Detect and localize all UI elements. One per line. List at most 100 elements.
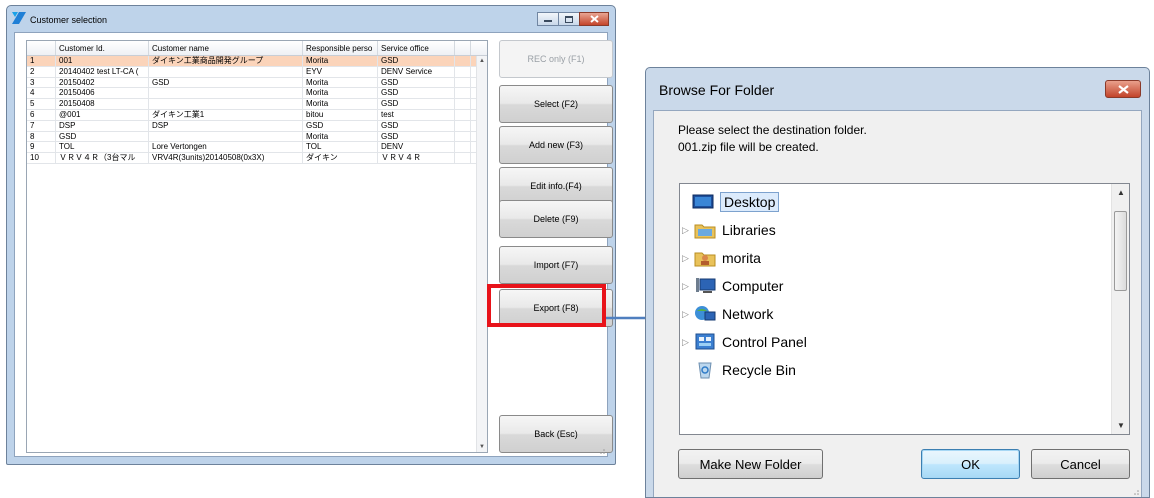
cell-row-number: 2 — [27, 66, 56, 77]
table-row[interactable]: 4 20150406 Morita GSD — [27, 88, 487, 100]
dialog-body: Please select the destination folder. 00… — [653, 110, 1142, 497]
expand-arrow-icon[interactable]: ▷ — [682, 337, 694, 348]
ok-button[interactable]: OK — [921, 449, 1020, 479]
cell-service-office: GSD — [378, 88, 455, 99]
cell-service-office: DENV Service — [378, 66, 455, 77]
cell-responsible-person: ダイキン — [303, 153, 378, 163]
tree-item-label: Desktop — [720, 192, 780, 212]
select-button[interactable]: Select (F2) — [499, 85, 613, 123]
dialog-message: Please select the destination folder. 00… — [678, 122, 867, 156]
tree-item-network[interactable]: ▷ Network — [682, 303, 773, 325]
back-button[interactable]: Back (Esc) — [499, 415, 613, 453]
cell-row-number: 6 — [27, 109, 56, 120]
table-row[interactable]: 7 DSP DSP GSD GSD — [27, 120, 487, 132]
cancel-button[interactable]: Cancel — [1031, 449, 1130, 479]
cell-row-number: 10 — [27, 153, 56, 163]
table-row[interactable]: 2 20140402 test LT-CA (EYV DENV Service — [27, 66, 487, 78]
dialog-title-bar: Browse For Folder — [646, 68, 1149, 110]
table-row[interactable]: 5 20150408 Morita GSD — [27, 99, 487, 110]
table-row[interactable]: 3 20150402 GSD Morita GSD — [27, 77, 487, 89]
delete-button[interactable]: Delete (F9) — [499, 200, 613, 238]
tree-item-label: morita — [722, 250, 761, 266]
cell-responsible-person: EYV — [303, 66, 378, 77]
cell-row-number: 4 — [27, 88, 56, 99]
resize-grip-icon[interactable] — [1131, 487, 1139, 495]
tree-scrollbar[interactable]: ▲ ▼ — [1111, 184, 1129, 434]
cell-customer-id: 20150406 — [56, 88, 149, 99]
tree-item-recycle-bin[interactable]: Recycle Bin — [694, 359, 796, 381]
scroll-up-icon[interactable]: ▲ — [1117, 188, 1125, 197]
cell-service-office: ＶＲＶ４Ｒ — [378, 153, 455, 163]
tree-item-libraries[interactable]: ▷ Libraries — [682, 219, 776, 241]
computer-icon — [696, 278, 716, 293]
header-customer-id[interactable]: Customer Id. — [56, 41, 149, 55]
header-customer-name[interactable]: Customer name — [149, 41, 303, 55]
cell-customer-name — [149, 66, 303, 77]
cell-responsible-person: GSD — [303, 120, 378, 131]
close-button[interactable] — [579, 12, 609, 26]
header-row-number — [27, 41, 56, 55]
tree-item-morita[interactable]: ▷ morita — [682, 247, 761, 269]
scroll-down-icon[interactable]: ▼ — [1117, 421, 1125, 430]
close-icon — [589, 15, 599, 23]
cell-responsible-person: Morita — [303, 77, 378, 88]
tree-item-label: Recycle Bin — [722, 362, 796, 378]
scroll-thumb[interactable] — [1114, 211, 1127, 291]
cell-responsible-person: TOL — [303, 142, 378, 153]
header-responsible-person[interactable]: Responsible perso — [303, 41, 378, 55]
import-button[interactable]: Import (F7) — [499, 246, 613, 284]
add-new-button[interactable]: Add new (F3) — [499, 126, 613, 164]
table-header: Customer Id. Customer name Responsible p… — [27, 41, 487, 56]
cell-service-office: DENV — [378, 142, 455, 153]
cell-extra — [455, 120, 471, 131]
table-body: 1 001 ダイキン工業商品開発グループ Morita GSD 2 20140402 tes… — [27, 56, 487, 164]
scroll-up-icon[interactable]: ▲ — [479, 58, 485, 64]
tree-item-control-panel[interactable]: ▷ Control Panel — [682, 331, 807, 353]
header-service-office[interactable]: Service office — [378, 41, 455, 55]
tree-item-label: Control Panel — [722, 334, 807, 350]
scroll-down-icon[interactable]: ▼ — [479, 444, 485, 450]
title-bar: Customer selection — [7, 6, 615, 32]
cell-customer-name: VRV4R(3units)20140508(0x3X) — [149, 153, 303, 163]
table-row[interactable]: 6 @001 ダイキン工業1 bitou test — [27, 109, 487, 121]
maximize-button[interactable] — [558, 12, 580, 26]
make-new-folder-button[interactable]: Make New Folder — [678, 449, 823, 479]
expand-arrow-icon[interactable]: ▷ — [682, 309, 694, 320]
table-row[interactable]: 9 TOL Lore Vertongen TOL DENV — [27, 142, 487, 154]
table-row[interactable]: 10 ＶＲＶ４Ｒ（3台マル VRV4R(3units)20140508(0x3X) ダ… — [27, 153, 487, 164]
expand-arrow-icon[interactable]: ▷ — [682, 281, 694, 292]
export-button[interactable]: Export (F8) — [499, 289, 613, 327]
cell-customer-id: DSP — [56, 120, 149, 131]
message-line-2: 001.zip file will be created. — [678, 140, 819, 154]
tree-item-label: Network — [722, 306, 774, 322]
cell-responsible-person: Morita — [303, 131, 378, 142]
table-row[interactable]: 1 001 ダイキン工業商品開発グループ Morita GSD — [27, 56, 487, 67]
libraries-folder-icon — [694, 224, 716, 239]
cell-service-office: GSD — [378, 56, 455, 66]
folder-tree[interactable]: Desktop ▷ Libraries ▷ morita ▷ Computer … — [679, 183, 1130, 435]
tree-item-desktop[interactable]: Desktop — [692, 191, 780, 213]
resize-grip-icon[interactable] — [597, 446, 605, 454]
cell-row-number: 3 — [27, 77, 56, 88]
cell-extra — [455, 153, 471, 163]
caption-buttons — [537, 12, 609, 26]
cell-customer-name — [149, 88, 303, 99]
cell-customer-name — [149, 99, 303, 109]
window-title: Customer selection — [30, 15, 108, 25]
table-row[interactable]: 8 GSD Morita GSD — [27, 131, 487, 143]
customer-table[interactable]: Customer Id. Customer name Responsible p… — [26, 40, 488, 453]
cell-responsible-person: Morita — [303, 99, 378, 109]
cell-customer-name: Lore Vertongen — [149, 142, 303, 153]
tree-item-computer[interactable]: ▷ Computer — [682, 275, 783, 297]
browse-for-folder-dialog: Browse For Folder Please select the dest… — [645, 67, 1150, 498]
cell-extra — [455, 66, 471, 77]
rec-only-button[interactable]: REC only (F1) — [499, 40, 613, 78]
table-scrollbar[interactable]: ▲ ▼ — [476, 56, 487, 452]
dialog-close-button[interactable] — [1105, 80, 1141, 98]
minimize-button[interactable] — [537, 12, 559, 26]
expand-arrow-icon[interactable]: ▷ — [682, 225, 694, 236]
cell-row-number: 7 — [27, 120, 56, 131]
expand-arrow-icon[interactable]: ▷ — [682, 253, 694, 264]
tree-item-label: Libraries — [722, 222, 776, 238]
cell-customer-id: 20150408 — [56, 99, 149, 109]
